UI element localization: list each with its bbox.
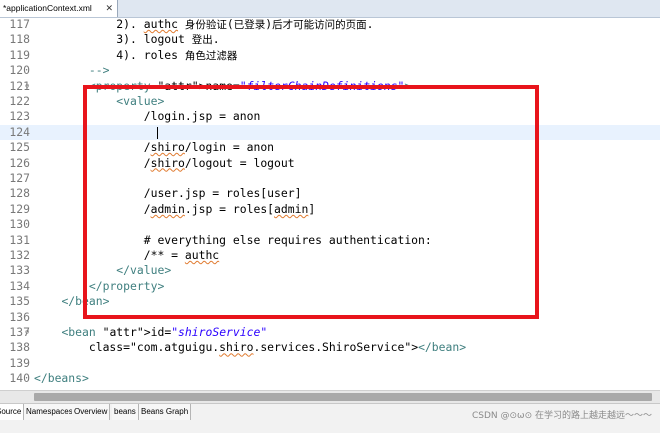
code-line[interactable]: 119 4). roles 角色过滤器 (0, 48, 660, 63)
code-line[interactable]: 140 </beans> (0, 371, 660, 386)
tab-overview[interactable]: Overview (72, 404, 111, 420)
code-text: 4). roles 角色过滤器 (34, 47, 238, 62)
line-number: 117 (9, 17, 30, 31)
line-number: 139 (9, 355, 30, 370)
line-number: 127 (9, 171, 30, 185)
line-number: 122 (9, 94, 30, 108)
line-number: 133 (9, 263, 30, 278)
line-number: 119 (9, 47, 30, 62)
line-number: 131 (9, 232, 30, 247)
line-number: 140 (9, 371, 30, 386)
code-text: class="com.atguigu.shiro.services.ShiroS… (34, 340, 467, 355)
line-number: 129 (9, 201, 30, 216)
editor-tab-applicationcontext[interactable]: *applicationContext.xml ✕ (0, 0, 118, 17)
line-number: 120 (9, 63, 30, 78)
editor-bottom-tabs: Source Namespaces Overview beans Beans G… (0, 403, 660, 433)
line-number: 130 (9, 217, 30, 232)
code-line[interactable]: 120 --> (0, 63, 660, 78)
code-line[interactable]: 139 (0, 356, 660, 371)
code-text: </beans> (34, 371, 89, 386)
editor-tab-bar: *applicationContext.xml ✕ (0, 0, 660, 18)
line-number: 132 (9, 248, 30, 262)
horizontal-scrollbar[interactable] (0, 390, 660, 403)
line-number: 128 (9, 186, 30, 201)
code-text: 2). authc 身份验证(已登录)后才可能访问的页面. (34, 17, 374, 31)
code-text: --> (88, 63, 110, 78)
line-number: 124 (9, 124, 30, 139)
line-number: 134 (9, 278, 30, 293)
code-line[interactable]: 118 3). logout 登出. (0, 32, 660, 47)
fold-toggle-icon[interactable]: ⊖ (25, 79, 29, 94)
line-number: 123 (9, 109, 30, 124)
close-icon[interactable]: ✕ (105, 0, 113, 17)
tab-beans-graph[interactable]: Beans Graph (139, 404, 192, 420)
tab-beans[interactable]: beans (112, 404, 139, 420)
line-number: 135 (9, 294, 30, 309)
annotation-highlight-box (83, 85, 539, 319)
code-line[interactable]: 137 ⊖ <bean "attr">id="shiroService" (0, 325, 660, 340)
line-number: 138 (9, 340, 30, 355)
line-number: 136 (9, 309, 30, 324)
code-line[interactable]: 117 2). authc 身份验证(已登录)后才可能访问的页面. (0, 17, 660, 32)
code-line[interactable]: 138 class="com.atguigu.shiro.services.Sh… (0, 340, 660, 355)
watermark-text: CSDN @⊙ω⊙ 在学习的路上越走越远～～～ (471, 411, 652, 421)
fold-toggle-icon[interactable]: ⊖ (25, 325, 29, 340)
line-number: 125 (9, 140, 30, 155)
code-text: 3). logout 登出. (34, 32, 220, 47)
tab-namespaces[interactable]: Namespaces (24, 404, 76, 420)
editor-tab-title: *applicationContext.xml (3, 3, 92, 13)
line-number: 126 (9, 155, 30, 170)
line-number: 118 (9, 32, 30, 47)
code-text: <bean "attr">id="shiroService" (61, 325, 268, 339)
tab-source[interactable]: Source (0, 404, 25, 420)
xml-editor[interactable]: 117 2). authc 身份验证(已登录)后才可能访问的页面. 118 3).… (0, 17, 660, 390)
horizontal-scrollbar-thumb[interactable] (34, 393, 652, 401)
